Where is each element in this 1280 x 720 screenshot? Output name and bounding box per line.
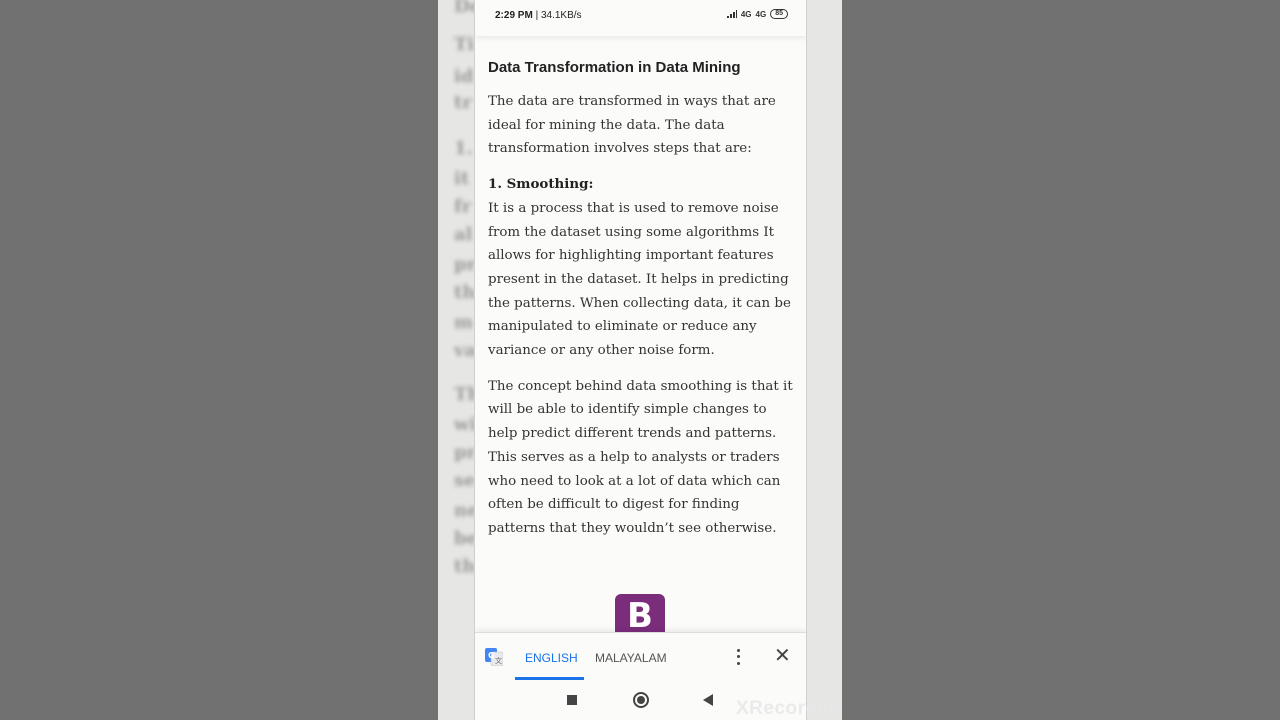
article-title: Data Transformation in Data Mining [488, 59, 741, 76]
battery-level: 85 [775, 10, 783, 17]
close-icon[interactable]: ✕ [774, 646, 791, 666]
signal-icon [726, 10, 737, 18]
blur-line: al [454, 224, 473, 245]
back-button[interactable] [703, 694, 713, 706]
blur-line: it [454, 168, 470, 189]
svg-text:G: G [488, 651, 495, 660]
translate-bar: G 文 ENGLISH MALAYALAM ✕ [475, 632, 806, 681]
smoothing-section: 1. Smoothing: It is a process that is us… [488, 173, 796, 363]
battery-icon: 85 [770, 9, 788, 19]
step-heading: 1. Smoothing: [488, 176, 594, 193]
blur-line: se [454, 470, 476, 491]
blur-line: va [454, 340, 477, 361]
home-button[interactable] [633, 692, 649, 708]
recent-apps-button[interactable] [567, 695, 577, 705]
blur-line: th [454, 556, 476, 577]
network-type-2: 4G [755, 9, 767, 19]
article-intro: The data are transformed in ways that ar… [488, 94, 776, 157]
background-right [842, 0, 1280, 720]
logo-letter: B [627, 596, 653, 636]
blur-line: id [454, 66, 474, 87]
status-icons: 4G 4G 85 [726, 9, 788, 19]
phone-screen: 2:29 PM | 34.1KB/s 4G 4G 85 Data Transfo… [474, 0, 807, 720]
background-left [0, 0, 438, 720]
tab-english[interactable]: ENGLISH [525, 651, 578, 665]
blur-line: Ti [454, 34, 475, 55]
step-body: It is a process that is used to remove n… [488, 200, 791, 359]
status-time: 2:29 PM | 34.1KB/s [495, 10, 582, 21]
blur-line: fr [454, 196, 472, 217]
article-content: Data Transformation in Data Mining The d… [488, 56, 796, 553]
blur-line: tr [454, 92, 472, 113]
blur-line: m [454, 312, 474, 333]
network-speed: | 34.1KB/s [535, 10, 582, 21]
blur-line: 1. [454, 138, 473, 159]
svg-text:文: 文 [495, 656, 502, 665]
blur-line: wi [454, 414, 477, 435]
status-bar: 2:29 PM | 34.1KB/s 4G 4G 85 [475, 0, 806, 36]
network-type: 4G [740, 9, 752, 19]
blur-line: pr [454, 442, 477, 463]
blur-line: pr [454, 254, 477, 275]
clock-text: 2:29 PM [495, 10, 533, 21]
google-translate-icon[interactable]: G 文 [485, 648, 503, 666]
recorder-watermark: XRecorder [736, 698, 837, 719]
tab-malayalam[interactable]: MALAYALAM [595, 651, 667, 665]
blur-line: th [454, 282, 476, 303]
article-paragraph-2: The concept behind data smoothing is tha… [488, 378, 793, 536]
more-options-icon[interactable] [732, 647, 744, 667]
